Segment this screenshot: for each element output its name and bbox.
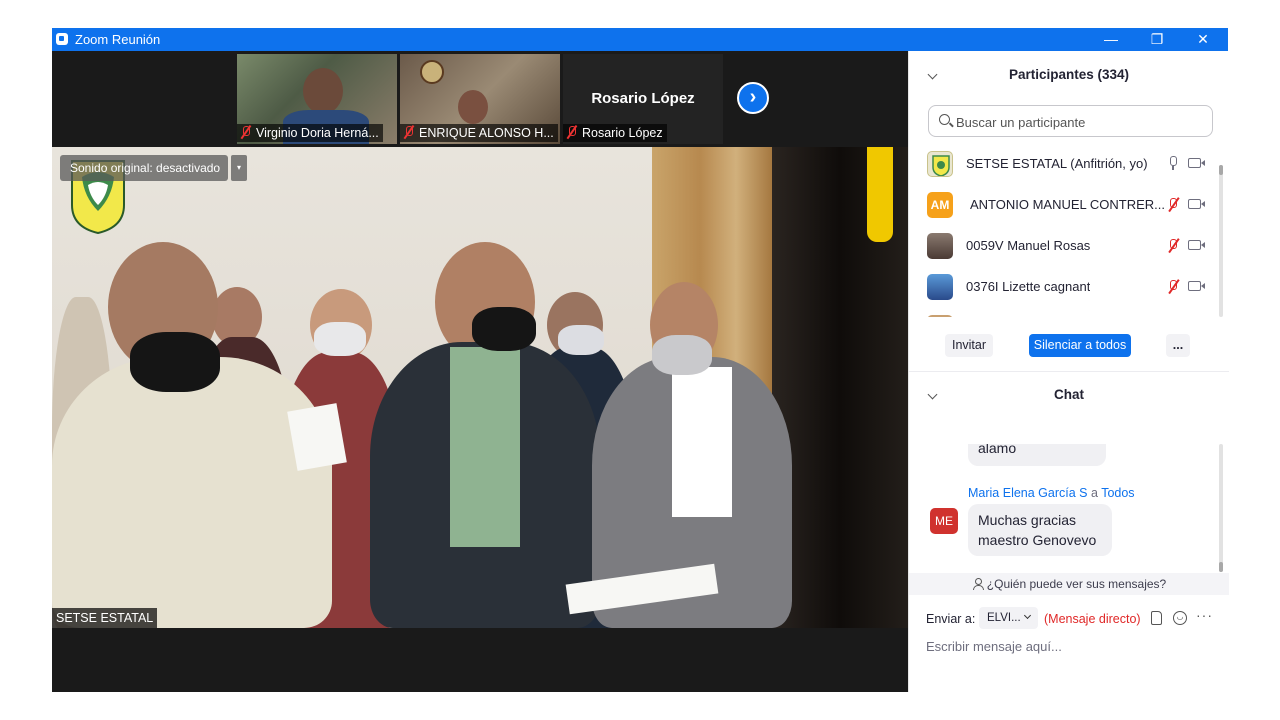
thumbnail-participant-2[interactable]: ENRIQUE ALONSO H... — [400, 54, 560, 144]
mic-muted-icon[interactable] — [1167, 279, 1181, 295]
speaker-name-label: SETSE ESTATAL — [52, 608, 158, 628]
muted-mic-icon — [240, 125, 252, 139]
participants-title: Participantes (334) — [1008, 67, 1130, 82]
chat-message-bubble: alamo — [968, 444, 1106, 466]
muted-mic-icon — [566, 125, 578, 139]
thumbnail-label: ENRIQUE ALONSO H... — [400, 124, 558, 142]
mic-muted-icon[interactable] — [1167, 238, 1181, 254]
mute-all-button[interactable]: Silenciar a todos — [1029, 334, 1131, 357]
person-icon — [972, 578, 984, 590]
thumbnail-strip: Virginio Doria Herná... ENRIQUE ALONSO H… — [52, 51, 908, 147]
direct-message-indicator: (Mensaje directo) — [1044, 612, 1141, 626]
chat-recipient[interactable]: Todos — [1101, 486, 1134, 500]
participant-row[interactable]: AM ANTONIO MANUEL CONTRER... — [909, 184, 1219, 225]
participants-header: Participantes (334) — [909, 67, 1229, 91]
camera-icon[interactable] — [1188, 158, 1205, 168]
original-sound-toggle[interactable]: Sonido original: desactivado — [60, 155, 229, 181]
chat-message-input[interactable] — [926, 635, 1216, 657]
chevron-down-icon — [1023, 611, 1032, 620]
send-to-label: Enviar a: — [926, 612, 976, 626]
participant-name: 0059V Manuel Rosas — [966, 238, 1091, 253]
participants-list: SETSE ESTATAL (Anfitrión, yo) AM ANTONIO… — [909, 143, 1219, 317]
mic-on-icon[interactable] — [1168, 156, 1178, 170]
participant-face — [458, 90, 488, 124]
avatar — [927, 315, 953, 317]
search-icon — [939, 114, 950, 125]
chat-sender-line: Maria Elena García S a Todos — [968, 486, 1135, 500]
avatar — [927, 233, 953, 259]
who-can-see-messages-link[interactable]: ¿Quién puede ver sus mensajes? — [909, 573, 1229, 595]
recipient-dropdown[interactable]: ELVI... — [979, 607, 1038, 629]
chat-messages: alamo Maria Elena García S a Todos ME Mu… — [909, 444, 1219, 572]
more-options-button[interactable]: ... — [1166, 334, 1190, 357]
video-area: Virginio Doria Herná... ENRIQUE ALONSO H… — [52, 51, 908, 692]
emoji-icon[interactable]: ◡ — [1173, 611, 1187, 625]
camera-icon[interactable] — [1188, 240, 1205, 250]
participant-row[interactable]: SETSE ESTATAL (Anfitrión, yo) — [909, 143, 1219, 184]
participants-scrollbar[interactable] — [1219, 165, 1223, 317]
setse-avatar-icon — [932, 155, 950, 176]
avatar: AM — [927, 192, 953, 218]
thumbnail-participant-3[interactable]: Rosario López Rosario López — [563, 54, 723, 144]
invite-button[interactable]: Invitar — [945, 334, 993, 357]
muted-mic-icon — [403, 125, 415, 139]
restore-button[interactable]: ❐ — [1134, 28, 1180, 51]
chat-message-bubble: Muchas gracias maestro Genovevo — [968, 504, 1112, 556]
participant-row[interactable]: 0059V Manuel Rosas — [909, 225, 1219, 266]
thumbnail-label: Virginio Doria Herná... — [237, 124, 383, 142]
more-icon[interactable]: ··· — [1196, 607, 1213, 623]
chat-sender[interactable]: Maria Elena García S — [968, 486, 1088, 500]
close-button[interactable]: ✕ — [1180, 28, 1226, 51]
avatar — [927, 274, 953, 300]
participant-name: 0376I Lizette cagnant — [966, 279, 1091, 294]
paper-sheet — [287, 403, 347, 471]
collapse-chevron-icon[interactable] — [927, 389, 938, 400]
chat-title: Chat — [1054, 387, 1084, 402]
next-page-button[interactable]: › — [737, 82, 769, 114]
wall-clock — [420, 60, 444, 84]
chat-scrollbar[interactable] — [1219, 444, 1223, 572]
file-icon[interactable] — [1151, 611, 1162, 625]
yellow-tassel — [867, 147, 893, 242]
thumbnail-participant-1[interactable]: Virginio Doria Herná... — [237, 54, 397, 144]
mic-muted-icon[interactable] — [1167, 197, 1181, 213]
avatar: ME — [930, 508, 958, 534]
send-to-row: Enviar a: ELVI... (Mensaje directo) ◡ ··… — [909, 606, 1229, 632]
side-panel: Participantes (334) SETSE ESTATAL (Anfit… — [908, 51, 1229, 692]
title-bar: Zoom Reunión — ❐ ✕ — [52, 28, 1228, 51]
participant-search-input[interactable] — [956, 112, 1206, 132]
minimize-button[interactable]: — — [1088, 28, 1134, 51]
participant-row[interactable] — [909, 307, 1219, 317]
collapse-chevron-icon[interactable] — [927, 69, 938, 80]
avatar — [927, 151, 953, 177]
window-title: Zoom Reunión — [75, 32, 161, 47]
zoom-app-icon — [56, 33, 68, 45]
chat-header: Chat — [909, 387, 1229, 411]
participant-face — [303, 68, 343, 114]
zoom-window: Zoom Reunión — ❐ ✕ Virginio Doria Herná.… — [52, 28, 1229, 692]
participant-row[interactable]: 0376I Lizette cagnant — [909, 266, 1219, 307]
camera-icon[interactable] — [1188, 281, 1205, 291]
panel-divider — [909, 371, 1229, 372]
thumbnail-label: Rosario López — [563, 124, 667, 142]
camera-icon[interactable] — [1188, 199, 1205, 209]
participant-name: ANTONIO MANUEL CONTRER... — [970, 197, 1166, 212]
original-sound-dropdown[interactable]: ▾ — [231, 155, 247, 181]
main-speaker-video: Sonido original: desactivado ▾ SETSE EST… — [52, 147, 908, 628]
participant-search[interactable] — [928, 105, 1213, 137]
participant-name: SETSE ESTATAL (Anfitrión, yo) — [966, 156, 1148, 171]
